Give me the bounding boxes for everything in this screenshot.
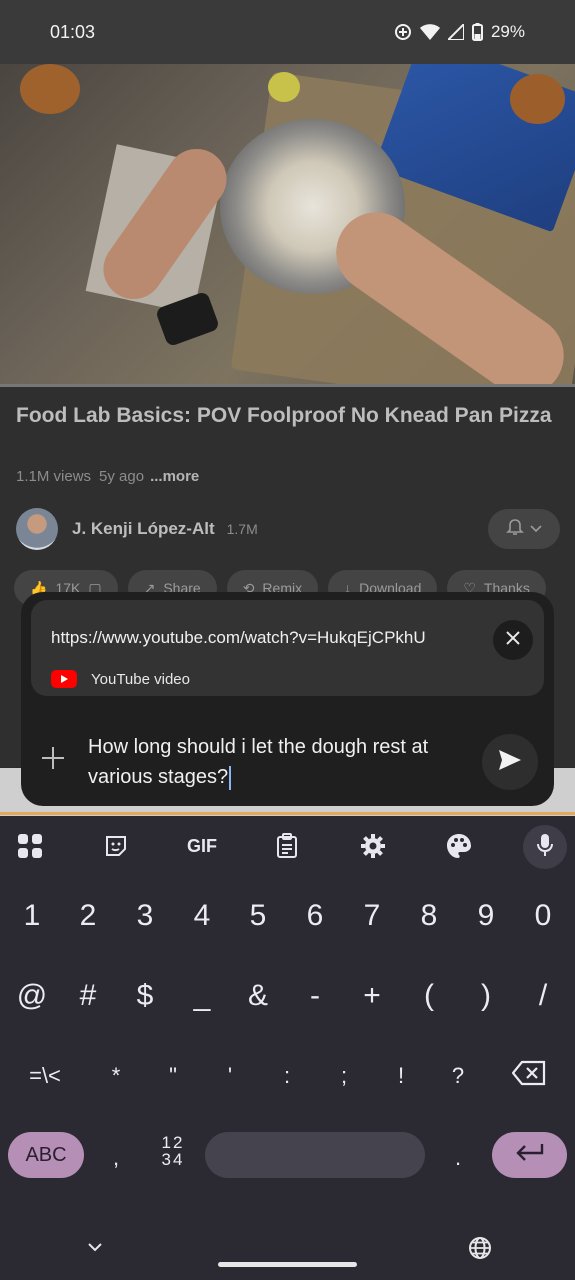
clipboard-icon[interactable] [265, 826, 309, 866]
prompt-input[interactable]: How long should i let the dough rest at … [88, 732, 468, 792]
remove-attachment-button[interactable] [493, 620, 533, 660]
key-row2-3[interactable]: _ [178, 973, 226, 1019]
key-row3-1[interactable]: * [92, 1053, 140, 1099]
video-title[interactable]: Food Lab Basics: POV Foolproof No Knead … [16, 402, 556, 430]
video-scene-lemon [268, 72, 300, 102]
voice-input-button[interactable] [523, 825, 567, 869]
backspace-key[interactable] [505, 1054, 553, 1100]
hide-keyboard-chevron-icon[interactable] [86, 1240, 104, 1258]
text-caret [229, 765, 232, 790]
subscriber-count: 1.7M [226, 521, 258, 537]
data-saver-icon [394, 23, 412, 41]
numsym-bottom: 34 [161, 1150, 185, 1169]
abc-key[interactable]: ABC [8, 1132, 84, 1178]
space-key[interactable] [205, 1132, 425, 1178]
view-count: 1.1M views [16, 468, 92, 485]
close-icon [505, 630, 521, 651]
key-row1-0[interactable]: 1 [8, 893, 56, 939]
video-meta: 1.1M views 5y ago ...more [16, 468, 199, 485]
channel-row: J. Kenji López-Alt 1.7M [16, 508, 560, 550]
keyboard-toolbar: GIF [0, 816, 575, 876]
key-row3-7[interactable]: ? [434, 1053, 482, 1099]
apps-grid-icon[interactable] [8, 826, 52, 866]
key-row1-8[interactable]: 9 [462, 893, 510, 939]
video-player[interactable] [0, 64, 575, 386]
avatar[interactable] [16, 508, 58, 550]
key-row2-6[interactable]: + [348, 973, 396, 1019]
attachment-source-label: YouTube video [91, 670, 190, 688]
number-symbol-switch-key[interactable]: 12 34 [150, 1134, 196, 1178]
palette-icon[interactable] [437, 826, 481, 866]
key-row1-2[interactable]: 3 [121, 893, 169, 939]
key-row1-3[interactable]: 4 [178, 893, 226, 939]
sticker-icon[interactable] [94, 826, 138, 866]
plus-icon [40, 745, 66, 776]
attachment-url: https://www.youtube.com/watch?v=HukqEjCP… [51, 628, 426, 647]
comma-key[interactable]: , [96, 1138, 136, 1178]
gear-icon[interactable] [351, 826, 395, 866]
enter-icon [515, 1142, 545, 1169]
status-icons: 29% [394, 22, 525, 42]
key-row3-3[interactable]: ' [206, 1053, 254, 1099]
backspace-icon [511, 1060, 546, 1094]
key-row2-4[interactable]: & [234, 973, 282, 1019]
key-row2-2[interactable]: $ [121, 973, 169, 1019]
keyboard: GIF 1234567890 @ # $ _ & - +() / =\< * " ':;!? ABC… [0, 816, 575, 1280]
numsym-top: 12 [161, 1133, 185, 1152]
key-row2-7[interactable]: ( [405, 973, 453, 1019]
key-row2-8[interactable]: ) [462, 973, 510, 1019]
more-link[interactable]: ...more [150, 468, 199, 485]
divider [0, 812, 575, 815]
status-bar: 01:03 29% [0, 0, 575, 64]
send-icon [498, 749, 522, 776]
chevron-down-icon [530, 520, 542, 538]
bell-icon [506, 518, 524, 541]
key-row2-9[interactable]: / [519, 973, 567, 1019]
key-row3-6[interactable]: ! [377, 1053, 425, 1099]
status-time: 01:03 [50, 21, 96, 42]
key-row2-1[interactable]: # [64, 973, 112, 1019]
prompt-card: https://www.youtube.com/watch?v=HukqEjCP… [21, 592, 554, 806]
globe-icon[interactable] [468, 1236, 492, 1265]
youtube-logo-icon [51, 670, 77, 688]
attachment-source: YouTube video [51, 670, 190, 688]
add-button[interactable] [35, 742, 71, 778]
key-row3-4[interactable]: : [263, 1053, 311, 1099]
key-row1-4[interactable]: 5 [234, 893, 282, 939]
home-indicator[interactable] [218, 1262, 357, 1267]
gif-button[interactable]: GIF [180, 826, 224, 866]
channel-name[interactable]: J. Kenji López-Alt [72, 519, 215, 539]
enter-key[interactable] [492, 1132, 567, 1178]
prompt-input-text: How long should i let the dough rest at … [88, 736, 429, 788]
video-scene-onion [510, 74, 565, 124]
period-key[interactable]: . [438, 1138, 478, 1178]
key-row3-2[interactable]: " [149, 1053, 197, 1099]
key-row2-5[interactable]: - [291, 973, 339, 1019]
attachment-card[interactable]: https://www.youtube.com/watch?v=HukqEjCP… [31, 600, 544, 696]
navigation-bar [0, 1220, 575, 1280]
key-row1-6[interactable]: 7 [348, 893, 396, 939]
subscription-bell-button[interactable] [488, 509, 560, 549]
battery-percent: 29% [490, 22, 525, 41]
key-row3-0[interactable]: =\< [21, 1053, 69, 1099]
key-row1-9[interactable]: 0 [519, 893, 567, 939]
send-button[interactable] [482, 734, 538, 790]
upload-age: 5y ago [99, 468, 145, 485]
key-row2-0[interactable]: @ [8, 973, 56, 1019]
microphone-icon [536, 833, 554, 862]
key-row1-5[interactable]: 6 [291, 893, 339, 939]
wifi-icon [419, 24, 440, 40]
signal-icon [447, 24, 464, 40]
video-scene-onion [20, 64, 80, 114]
key-row3-5[interactable]: ; [320, 1053, 368, 1099]
key-row1-1[interactable]: 2 [64, 893, 112, 939]
key-row1-7[interactable]: 8 [405, 893, 453, 939]
battery-icon [471, 23, 483, 41]
